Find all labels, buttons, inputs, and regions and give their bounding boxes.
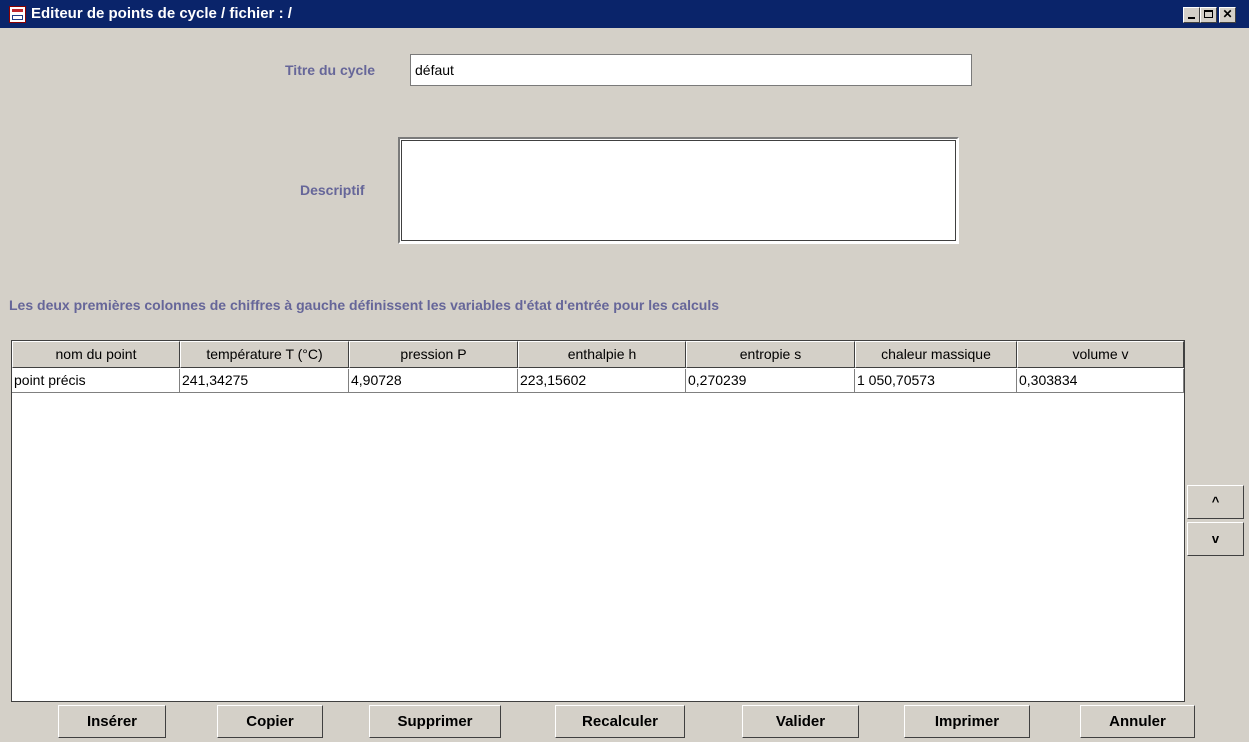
title-input[interactable]: défaut: [410, 54, 972, 86]
window-titlebar[interactable]: Editeur de points de cycle / fichier : /…: [0, 0, 1249, 28]
maximize-button[interactable]: [1200, 7, 1217, 23]
description-textarea[interactable]: [398, 137, 959, 244]
print-button[interactable]: Imprimer: [904, 705, 1030, 738]
column-header-enthalpy[interactable]: enthalpie h: [518, 341, 686, 368]
table-header: nom du point température T (°C) pression…: [12, 341, 1184, 368]
cell-temperature[interactable]: 241,34275: [180, 369, 349, 393]
validate-button[interactable]: Valider: [742, 705, 859, 738]
minimize-button[interactable]: [1183, 7, 1200, 23]
close-button[interactable]: ✕: [1219, 7, 1236, 23]
points-table[interactable]: nom du point température T (°C) pression…: [11, 340, 1185, 702]
maximize-icon: [1204, 10, 1213, 18]
recalculate-button[interactable]: Recalculer: [555, 705, 685, 738]
column-header-specific-heat[interactable]: chaleur massique: [855, 341, 1017, 368]
column-header-pressure[interactable]: pression P: [349, 341, 518, 368]
insert-button[interactable]: Insérer: [58, 705, 166, 738]
move-up-button[interactable]: ^: [1187, 485, 1244, 519]
column-header-volume[interactable]: volume v: [1017, 341, 1184, 368]
title-label: Titre du cycle: [285, 62, 376, 78]
cell-volume[interactable]: 0,303834: [1017, 369, 1184, 393]
delete-button[interactable]: Supprimer: [369, 705, 501, 738]
cell-point-name[interactable]: point précis: [12, 369, 180, 393]
minimize-icon: [1188, 17, 1195, 19]
cell-enthalpy[interactable]: 223,15602: [518, 369, 686, 393]
close-icon: ✕: [1222, 7, 1233, 21]
cell-entropy[interactable]: 0,270239: [686, 369, 855, 393]
info-text: Les deux premières colonnes de chiffres …: [9, 297, 720, 313]
column-header-name[interactable]: nom du point: [12, 341, 180, 368]
java-cup-icon[interactable]: [9, 6, 26, 23]
column-header-temperature[interactable]: température T (°C): [180, 341, 349, 368]
cell-specific-heat[interactable]: 1 050,70573: [855, 369, 1017, 393]
description-label: Descriptif: [300, 182, 365, 198]
cell-pressure[interactable]: 4,90728: [349, 369, 518, 393]
window-title: Editeur de points de cycle / fichier : /: [31, 5, 292, 22]
copy-button[interactable]: Copier: [217, 705, 323, 738]
cancel-button[interactable]: Annuler: [1080, 705, 1195, 738]
move-down-button[interactable]: v: [1187, 522, 1244, 556]
column-header-entropy[interactable]: entropie s: [686, 341, 855, 368]
